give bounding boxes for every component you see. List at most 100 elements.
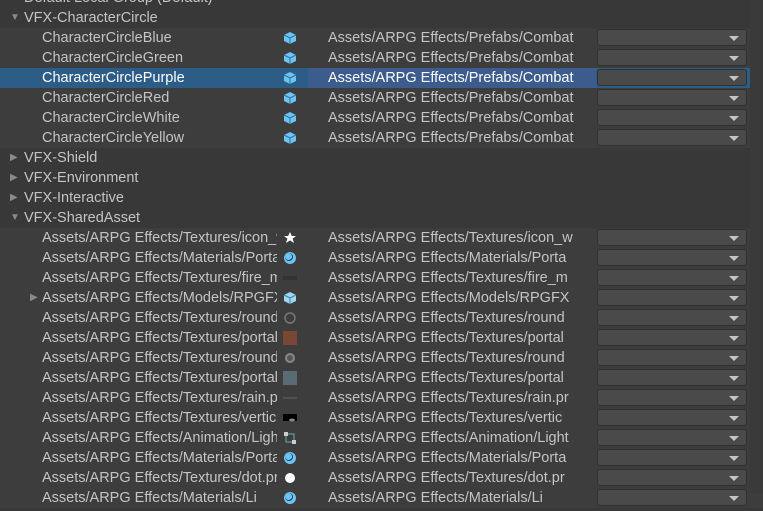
slate-texture-icon xyxy=(283,371,297,385)
address-name: CharacterCircleYellow xyxy=(42,130,185,146)
labels-dropdown[interactable] xyxy=(597,449,747,466)
address-name: Assets/ARPG Effects/Textures/dot.pr xyxy=(42,470,277,486)
entry-row[interactable]: Assets/ARPG Effects/Textures/portal Asset… xyxy=(0,328,763,348)
group-row[interactable]: ▶ VFX-Shield xyxy=(0,148,763,168)
entry-row[interactable]: Assets/ARPG Effects/Textures/icon_w Asset… xyxy=(0,228,763,248)
group-row[interactable]: ▶ VFX-Environment xyxy=(0,168,763,188)
material-icon xyxy=(283,251,297,265)
asset-path: Assets/ARPG Effects/Prefabs/Combat xyxy=(328,110,574,126)
line-texture-icon xyxy=(283,391,297,405)
group-name: VFX-SharedAsset xyxy=(24,210,141,226)
material-icon xyxy=(283,451,297,465)
group-row[interactable]: ▼ VFX-SharedAsset xyxy=(0,208,763,228)
entry-row[interactable]: Assets/ARPG Effects/Textures/fire_m Asset… xyxy=(0,268,763,288)
grey-circle-texture-icon xyxy=(283,351,297,365)
address-name: CharacterCirclePurple xyxy=(42,70,185,86)
entry-row[interactable]: Assets/ARPG Effects/Textures/rain.pr Asse… xyxy=(0,388,763,408)
asset-path: Assets/ARPG Effects/Materials/Porta xyxy=(328,250,567,266)
labels-dropdown[interactable] xyxy=(597,309,747,326)
labels-dropdown[interactable] xyxy=(597,89,747,106)
address-name: Assets/ARPG Effects/Textures/rain.pr xyxy=(42,390,277,406)
address-name: Assets/ARPG Effects/Textures/fire_m xyxy=(42,270,277,286)
address-name: CharacterCircleBlue xyxy=(42,30,172,46)
asset-path: Assets/ARPG Effects/Textures/round xyxy=(328,350,565,366)
labels-dropdown[interactable] xyxy=(597,69,747,86)
foldout-collapsed-icon[interactable]: ▶ xyxy=(30,288,38,308)
labels-dropdown[interactable] xyxy=(597,29,747,46)
asset-path: Assets/ARPG Effects/Animation/Light xyxy=(328,430,569,446)
asset-path: Assets/ARPG Effects/Prefabs/Combat xyxy=(328,30,574,46)
foldout-collapsed-icon[interactable]: ▶ xyxy=(10,168,18,188)
asset-path: Assets/ARPG Effects/Prefabs/Combat xyxy=(328,70,574,86)
asset-path: Assets/ARPG Effects/Textures/icon_w xyxy=(328,230,573,246)
prefab-icon xyxy=(283,131,297,145)
address-name: Assets/ARPG Effects/Models/RPGFX xyxy=(42,290,277,306)
labels-dropdown[interactable] xyxy=(597,229,747,246)
address-name: Assets/ARPG Effects/Textures/round xyxy=(42,310,277,326)
prefab-icon xyxy=(283,71,297,85)
entry-row[interactable]: Assets/ARPG Effects/Animation/Light Asset… xyxy=(0,428,763,448)
entry-row[interactable]: CharacterCircleWhite Assets/ARPG Effects/… xyxy=(0,108,763,128)
entry-row[interactable]: CharacterCircleBlue Assets/ARPG Effects/P… xyxy=(0,28,763,48)
entry-row[interactable]: Assets/ARPG Effects/Materials/Li Assets/A… xyxy=(0,488,763,508)
labels-dropdown[interactable] xyxy=(597,369,747,386)
foldout-collapsed-icon[interactable]: ▶ xyxy=(10,148,18,168)
prefab-icon xyxy=(283,31,297,45)
ring-texture-icon xyxy=(283,311,297,325)
prefab-icon xyxy=(283,51,297,65)
foldout-expanded-icon[interactable]: ▼ xyxy=(10,208,20,228)
entry-row[interactable]: CharacterCirclePurple Assets/ARPG Effects… xyxy=(0,68,763,88)
labels-dropdown[interactable] xyxy=(597,109,747,126)
address-name: CharacterCircleRed xyxy=(42,90,170,106)
animator-icon xyxy=(283,431,297,445)
asset-path: Assets/ARPG Effects/Textures/rain.pr xyxy=(328,390,569,406)
labels-dropdown[interactable] xyxy=(597,489,747,506)
asset-path: Assets/ARPG Effects/Textures/fire_m xyxy=(328,270,568,286)
group-row[interactable]: Default Local Group (Default) xyxy=(0,0,763,8)
labels-dropdown[interactable] xyxy=(597,389,747,406)
entry-row[interactable]: CharacterCircleGreen Assets/ARPG Effects/… xyxy=(0,48,763,68)
group-name: VFX-Interactive xyxy=(24,190,124,206)
labels-dropdown[interactable] xyxy=(597,49,747,66)
entry-row[interactable]: Assets/ARPG Effects/Textures/round Assets… xyxy=(0,308,763,328)
scrollbar[interactable] xyxy=(750,0,763,493)
asset-path: Assets/ARPG Effects/Textures/portal xyxy=(328,370,564,386)
address-name: CharacterCircleGreen xyxy=(42,50,184,66)
labels-dropdown[interactable] xyxy=(597,129,747,146)
asset-path: Assets/ARPG Effects/Prefabs/Combat xyxy=(328,50,574,66)
dark-texture-icon xyxy=(283,271,297,285)
labels-dropdown[interactable] xyxy=(597,349,747,366)
group-name: Default Local Group (Default) xyxy=(24,0,213,8)
asset-path: Assets/ARPG Effects/Prefabs/Combat xyxy=(328,90,574,106)
group-name: VFX-Environment xyxy=(24,170,139,186)
labels-dropdown[interactable] xyxy=(597,429,747,446)
address-name: Assets/ARPG Effects/Materials/Porta xyxy=(42,450,277,466)
group-row[interactable]: ▶ VFX-Interactive xyxy=(0,188,763,208)
labels-dropdown[interactable] xyxy=(597,269,747,286)
address-name: Assets/ARPG Effects/Textures/icon_w xyxy=(42,230,277,246)
prefab-icon xyxy=(283,91,297,105)
labels-dropdown[interactable] xyxy=(597,409,747,426)
foldout-expanded-icon[interactable]: ▼ xyxy=(10,8,20,28)
entry-row[interactable]: ▶ Assets/ARPG Effects/Models/RPGFX Assets/… xyxy=(0,288,763,308)
address-name: CharacterCircleWhite xyxy=(42,110,180,126)
brown-texture-icon xyxy=(283,331,297,345)
entry-row[interactable]: Assets/ARPG Effects/Textures/portal Asset… xyxy=(0,368,763,388)
entry-row[interactable]: CharacterCircleYellow Assets/ARPG Effects… xyxy=(0,128,763,148)
labels-dropdown[interactable] xyxy=(597,249,747,266)
entry-row[interactable]: Assets/ARPG Effects/Materials/Porta Asset… xyxy=(0,248,763,268)
labels-dropdown[interactable] xyxy=(597,289,747,306)
entry-row[interactable]: Assets/ARPG Effects/Textures/dot.pr Asset… xyxy=(0,468,763,488)
foldout-collapsed-icon[interactable]: ▶ xyxy=(10,188,18,208)
entry-row[interactable]: Assets/ARPG Effects/Materials/Porta Asset… xyxy=(0,448,763,468)
gradient-texture-icon xyxy=(283,411,297,425)
entry-row[interactable]: CharacterCircleRed Assets/ARPG Effects/Pr… xyxy=(0,88,763,108)
labels-dropdown[interactable] xyxy=(597,469,747,486)
address-name: Assets/ARPG Effects/Materials/Porta xyxy=(42,250,277,266)
labels-dropdown[interactable] xyxy=(597,329,747,346)
model-icon xyxy=(283,291,297,305)
address-name: Assets/ARPG Effects/Textures/round xyxy=(42,350,277,366)
entry-row[interactable]: Assets/ARPG Effects/Textures/vertic Asset… xyxy=(0,408,763,428)
entry-row[interactable]: Assets/ARPG Effects/Textures/round Assets… xyxy=(0,348,763,368)
group-row[interactable]: ▼ VFX-CharacterCircle xyxy=(0,8,763,28)
